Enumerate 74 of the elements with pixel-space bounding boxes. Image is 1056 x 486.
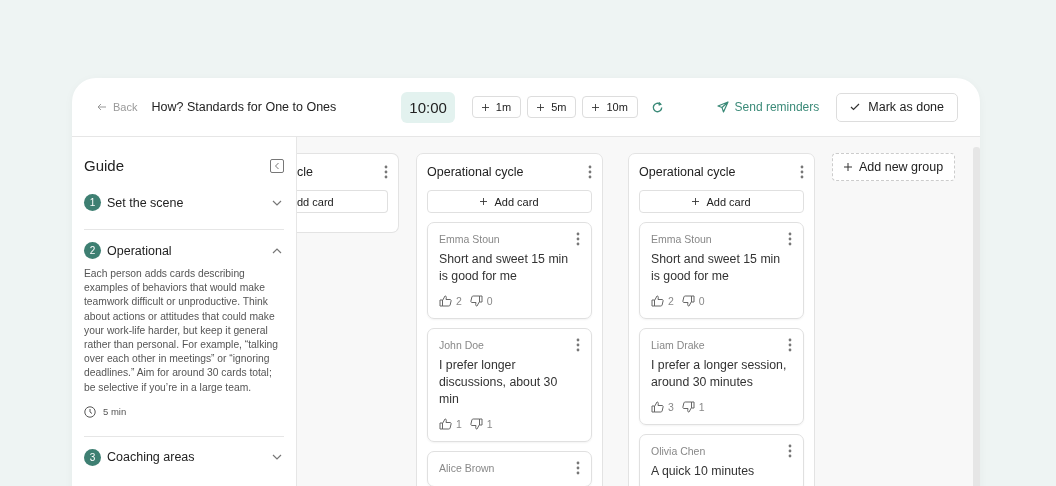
guide-step-header[interactable]: 3 Coaching areas (84, 448, 284, 466)
guide-step-header[interactable]: 2 Operational (84, 242, 284, 259)
card-text: A quick 10 minutes (651, 463, 756, 480)
more-options-icon[interactable] (576, 232, 580, 246)
collapse-panel-icon[interactable] (270, 158, 284, 173)
card-text: Short and sweet 15 min is good for me (439, 251, 570, 285)
add-card-button[interactable]: dd card (297, 190, 388, 213)
thumbs-up-icon[interactable] (651, 295, 664, 307)
add-time-button[interactable]: 1m (471, 96, 522, 118)
chevron-down-icon (272, 199, 282, 206)
mark-as-done-button[interactable]: Mark as done (836, 92, 958, 122)
page-title: How? Standards for One to Ones (151, 100, 337, 114)
more-options-icon[interactable] (576, 461, 580, 475)
more-options-icon[interactable] (800, 165, 804, 179)
like-count: 3 (668, 401, 674, 413)
clock-icon (84, 405, 96, 418)
arrow-left-icon (97, 103, 107, 111)
check-icon (850, 103, 861, 111)
like-count: 2 (668, 295, 674, 307)
plus-icon (537, 103, 545, 111)
more-options-icon[interactable] (384, 165, 388, 179)
add-time-button[interactable]: 10m (582, 96, 638, 118)
add-card-button[interactable]: Add card (639, 190, 804, 213)
card-author: Emma Stoun (651, 233, 712, 245)
step-number: 3 (84, 448, 101, 466)
card-text: I prefer a longer session, around 30 minutes (651, 357, 788, 391)
card-author: Liam Drake (651, 339, 705, 351)
group-title: Operational cycle (639, 165, 736, 179)
dislike-count: 1 (486, 418, 493, 430)
thumbs-up-icon[interactable] (439, 418, 452, 430)
more-options-icon[interactable] (576, 338, 580, 352)
group-title: cle (297, 165, 313, 179)
card-text: I prefer longer discussions, about 30 min (439, 357, 559, 408)
add-group-button[interactable]: Add new group (832, 153, 956, 181)
guide-title: Guide (84, 157, 125, 174)
thumbs-up-icon[interactable] (651, 401, 664, 413)
step-duration: 5 min (103, 406, 127, 418)
add-card-button[interactable]: Add card (427, 190, 592, 213)
dislike-count: 1 (698, 401, 705, 413)
like-count: 1 (456, 418, 462, 430)
group-title: Operational cycle (427, 165, 524, 179)
card-text: Short and sweet 15 min is good for me (651, 251, 782, 285)
step-description: Each person adds cards describing examples of behaviors that would make teamwork difficult or unproductive. Think about actions or attitudes that could make your work-life harder, but keep it general rather than personal. For example, “talking over each other in meetings” or “ignoring deadlines.” Aim for around 30 cards total; be selective if you’re in a large team. (84, 267, 280, 395)
thumbs-down-icon[interactable] (681, 295, 695, 307)
thumbs-down-icon[interactable] (469, 295, 483, 307)
dislike-count: 0 (486, 295, 493, 307)
timer: 10:00 (401, 91, 455, 123)
plus-icon (481, 103, 489, 111)
step-number: 1 (84, 194, 101, 211)
thumbs-down-icon[interactable] (681, 401, 695, 413)
paper-plane-icon (716, 101, 729, 113)
more-options-icon[interactable] (788, 338, 792, 352)
chevron-down-icon (272, 454, 282, 461)
card-author: John Doe (439, 339, 484, 351)
more-options-icon[interactable] (588, 165, 592, 179)
reset-icon[interactable] (650, 100, 664, 114)
plus-icon (592, 103, 600, 111)
card-author: Emma Stoun (439, 233, 500, 245)
more-options-icon[interactable] (788, 232, 792, 246)
thumbs-up-icon[interactable] (439, 295, 452, 307)
plus-icon (692, 198, 700, 205)
send-reminders-link[interactable]: Send reminders (716, 100, 820, 114)
card-author: Alice Brown (439, 462, 495, 474)
card-author: Olivia Chen (651, 445, 706, 457)
plus-icon (844, 163, 852, 171)
dislike-count: 0 (698, 295, 705, 307)
more-options-icon[interactable] (788, 444, 792, 458)
thumbs-down-icon[interactable] (469, 418, 483, 430)
like-count: 2 (456, 295, 462, 307)
step-number: 2 (84, 242, 101, 259)
chevron-up-icon (272, 247, 282, 254)
guide-step-header[interactable]: 1 Set the scene (84, 194, 284, 211)
add-time-button[interactable]: 5m (527, 96, 577, 118)
plus-icon (480, 198, 488, 205)
